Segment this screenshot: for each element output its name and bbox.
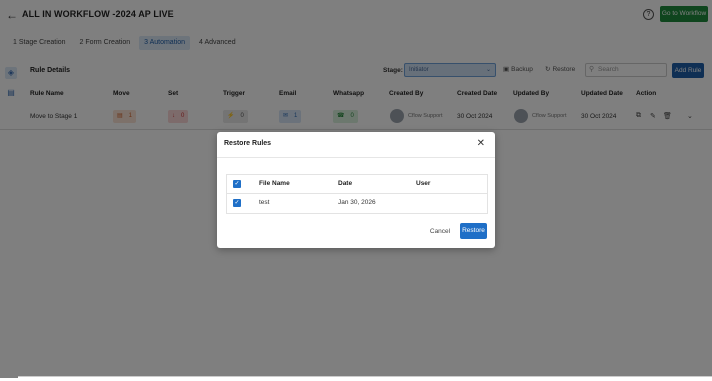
col-date: Date xyxy=(338,180,353,187)
table-header-row: ✓ File Name Date User xyxy=(227,175,487,194)
bottom-strip xyxy=(18,376,712,381)
file-name: test xyxy=(259,199,270,206)
restore-button[interactable]: Restore xyxy=(460,223,487,239)
row-checkbox[interactable]: ✓ xyxy=(233,199,241,207)
dialog-title: Restore Rules xyxy=(224,140,272,147)
col-file-name: File Name xyxy=(259,180,290,187)
col-user: User xyxy=(416,180,431,187)
table-row[interactable]: ✓ test Jan 30, 2026 xyxy=(227,194,487,213)
restore-rules-dialog: Restore Rules ✕ ✓ File Name Date User ✓ … xyxy=(217,132,495,248)
restore-file-table: ✓ File Name Date User ✓ test Jan 30, 202… xyxy=(226,174,488,214)
cancel-button[interactable]: Cancel xyxy=(428,225,452,238)
divider xyxy=(217,157,495,158)
file-date: Jan 30, 2026 xyxy=(338,199,376,206)
select-all-checkbox[interactable]: ✓ xyxy=(233,180,241,188)
close-icon[interactable]: ✕ xyxy=(477,139,485,149)
